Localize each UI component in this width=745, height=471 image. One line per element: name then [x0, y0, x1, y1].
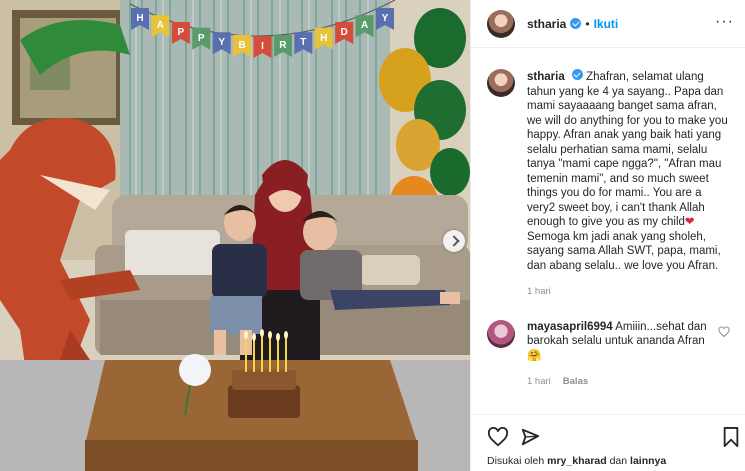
comment-meta: 1 hari Balas: [527, 375, 707, 390]
banner-letter: A: [361, 20, 368, 31]
avatar[interactable]: [487, 9, 515, 38]
comment-icon[interactable]: [519, 427, 541, 447]
banner-letter: D: [341, 27, 348, 38]
caption-text: Zhafran, selamat ulang tahun yang ke 4 y…: [527, 71, 728, 228]
liked-by-conjunction: dan: [609, 455, 628, 467]
follow-button[interactable]: Ikuti: [594, 17, 619, 31]
post-sidebar: stharia • Ikuti ··· stharia Zhafran, sel…: [470, 0, 745, 471]
banner-letter: R: [279, 40, 287, 51]
heart-icon[interactable]: [718, 325, 730, 338]
action-bar: Disukai oleh mry_kharad dan lainnya: [471, 414, 745, 471]
red-heart-emoji: ❤: [684, 216, 695, 228]
bookmark-icon[interactable]: [722, 427, 740, 447]
banner-letter: T: [300, 37, 306, 48]
banner-letter: B: [238, 40, 245, 51]
banner-letter: A: [157, 20, 164, 31]
banner-letter: I: [261, 41, 264, 52]
liked-by-user[interactable]: mry_kharad: [547, 455, 607, 467]
banner-letter: H: [136, 13, 143, 24]
chevron-right-icon[interactable]: [443, 230, 465, 252]
birthday-scene: H A P P Y B I R T H D A Y: [0, 0, 470, 471]
avatar[interactable]: [487, 69, 515, 97]
caption-text-continued: Semoga km jadi anak yang sholeh, sayang …: [527, 230, 721, 272]
liked-by-prefix: Disukai oleh: [487, 455, 545, 467]
caption-username[interactable]: stharia: [527, 71, 565, 83]
comment-time[interactable]: 1 hari: [527, 376, 551, 387]
comment-item: mayasapril6994 Amiiin...sehat dan baroka…: [487, 319, 730, 390]
verified-icon: [571, 69, 583, 80]
more-options-icon[interactable]: ···: [715, 14, 734, 30]
post-photo[interactable]: H A P P Y B I R T H D A Y: [0, 0, 470, 471]
verified-icon: [570, 18, 582, 29]
banner-letter: P: [177, 27, 184, 38]
liked-by-text: Disukai oleh mry_kharad dan lainnya: [487, 455, 666, 467]
post-username[interactable]: stharia: [527, 17, 566, 31]
caption: stharia Zhafran, selamat ulang tahun yan…: [487, 69, 730, 300]
banner-letter: Y: [218, 37, 225, 48]
caption-time[interactable]: 1 hari: [527, 286, 551, 297]
post-header: stharia • Ikuti ···: [471, 0, 745, 48]
banner-letter: P: [198, 33, 205, 44]
banner-letter: H: [320, 33, 327, 44]
liked-by-others[interactable]: lainnya: [630, 455, 666, 467]
commenter-avatar[interactable]: [487, 319, 515, 348]
heart-icon[interactable]: [487, 427, 509, 447]
separator-dot: •: [585, 16, 590, 31]
banner-letter: Y: [382, 13, 389, 24]
comment-username[interactable]: mayasapril6994: [527, 321, 613, 333]
hugging-face-emoji: 🤗: [527, 349, 542, 362]
comment-list[interactable]: stharia Zhafran, selamat ulang tahun yan…: [471, 48, 745, 414]
reply-button[interactable]: Balas: [563, 376, 588, 387]
caption-timestamp: 1 hari: [527, 285, 730, 300]
